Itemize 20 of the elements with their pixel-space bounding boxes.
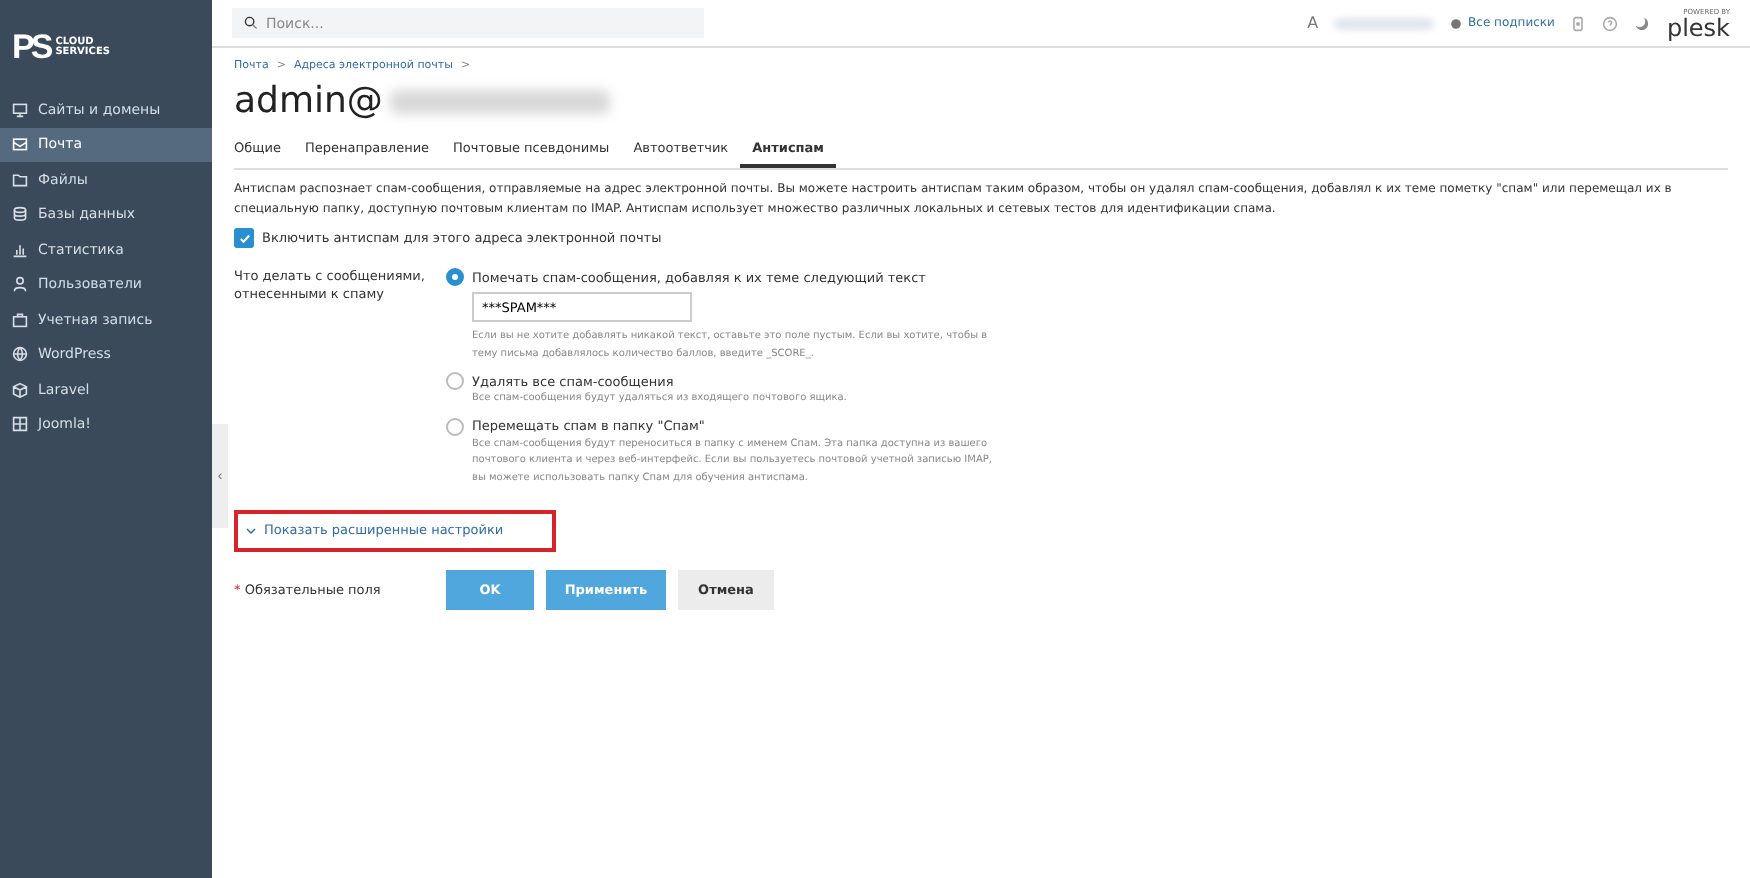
- help-icon[interactable]: [1602, 15, 1619, 31]
- logo-mark: PS: [12, 28, 50, 68]
- database-icon: [12, 206, 28, 223]
- monitor-icon: [12, 101, 28, 118]
- blurred-username: [1334, 17, 1435, 29]
- caret-icon: [246, 525, 256, 535]
- folder-icon: [12, 171, 28, 188]
- person-icon: [12, 276, 28, 293]
- grid-icon: [12, 416, 28, 433]
- cube-icon: [12, 381, 28, 398]
- envelope-icon: [12, 136, 28, 153]
- user-initial[interactable]: A: [1307, 14, 1319, 32]
- moon-icon[interactable]: [1634, 15, 1651, 31]
- radio-button[interactable]: [446, 372, 464, 390]
- briefcase-icon: [12, 311, 28, 328]
- bar-chart-icon: [12, 241, 28, 258]
- checkbox[interactable]: [234, 228, 254, 248]
- page-title: admin@: [234, 80, 383, 122]
- radio-button[interactable]: [446, 268, 464, 286]
- radio-button[interactable]: [446, 417, 464, 435]
